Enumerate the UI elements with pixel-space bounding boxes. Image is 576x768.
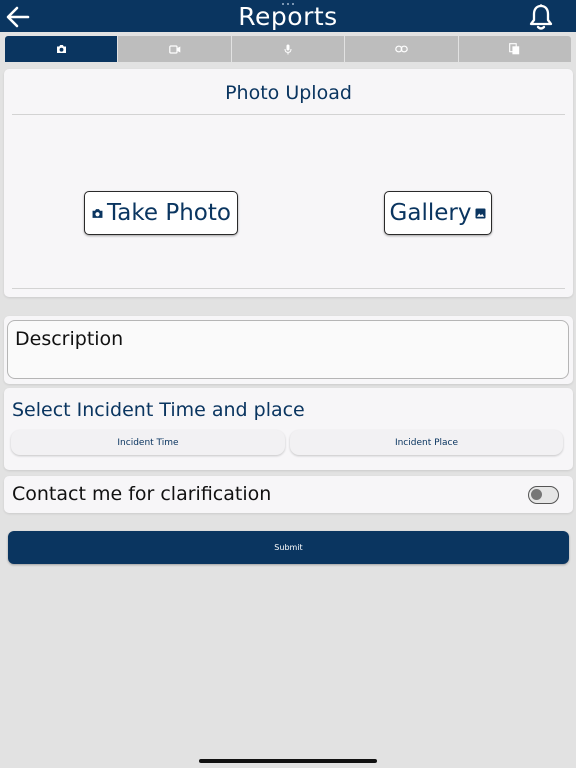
contact-card: Contact me for clarification — [4, 476, 573, 513]
link-icon — [395, 45, 408, 53]
description-card: Description — [4, 316, 573, 384]
incident-time-label: Incident Time — [117, 437, 179, 448]
image-icon — [475, 208, 486, 218]
bell-icon — [529, 4, 553, 30]
notifications-button[interactable] — [526, 3, 556, 31]
documents-icon — [509, 43, 520, 55]
take-photo-button[interactable]: Take Photo — [84, 191, 238, 235]
tab-documents[interactable] — [458, 36, 572, 62]
upload-divider-bottom — [12, 288, 565, 289]
camera-icon — [92, 208, 103, 218]
description-placeholder: Description — [15, 328, 124, 350]
microphone-icon — [284, 44, 292, 54]
tab-photo[interactable] — [5, 36, 118, 62]
submit-label: Submit — [274, 543, 303, 552]
home-indicator — [199, 759, 377, 763]
gallery-label: Gallery — [389, 200, 472, 226]
camera-icon — [56, 45, 66, 53]
top-app-bar: Reports — [0, 0, 576, 32]
contact-toggle[interactable] — [528, 486, 559, 504]
status-dots — [282, 3, 294, 6]
tab-video[interactable] — [118, 36, 231, 62]
incident-place-label: Incident Place — [394, 437, 459, 448]
gallery-button[interactable]: Gallery — [384, 191, 492, 235]
video-camera-icon — [168, 44, 180, 54]
incident-place-button[interactable]: Incident Place — [290, 430, 563, 455]
description-input[interactable]: Description — [7, 320, 569, 379]
photo-upload-title: Photo Upload — [225, 82, 352, 104]
take-photo-label: Take Photo — [107, 200, 231, 226]
contact-label: Contact me for clarification — [12, 483, 272, 505]
tab-audio[interactable] — [231, 36, 345, 62]
photo-upload-card: Photo Upload Take Photo Gallery — [4, 69, 573, 297]
attachment-tabs — [5, 36, 572, 62]
incident-time-button[interactable]: Incident Time — [11, 430, 285, 455]
submit-button[interactable]: Submit — [8, 531, 569, 564]
incident-time-place-card: Select Incident Time and place Incident … — [4, 388, 573, 470]
upload-divider-top — [12, 114, 565, 115]
incident-section-title: Select Incident Time and place — [12, 399, 305, 421]
tab-link[interactable] — [345, 36, 458, 62]
toggle-knob — [531, 489, 542, 500]
